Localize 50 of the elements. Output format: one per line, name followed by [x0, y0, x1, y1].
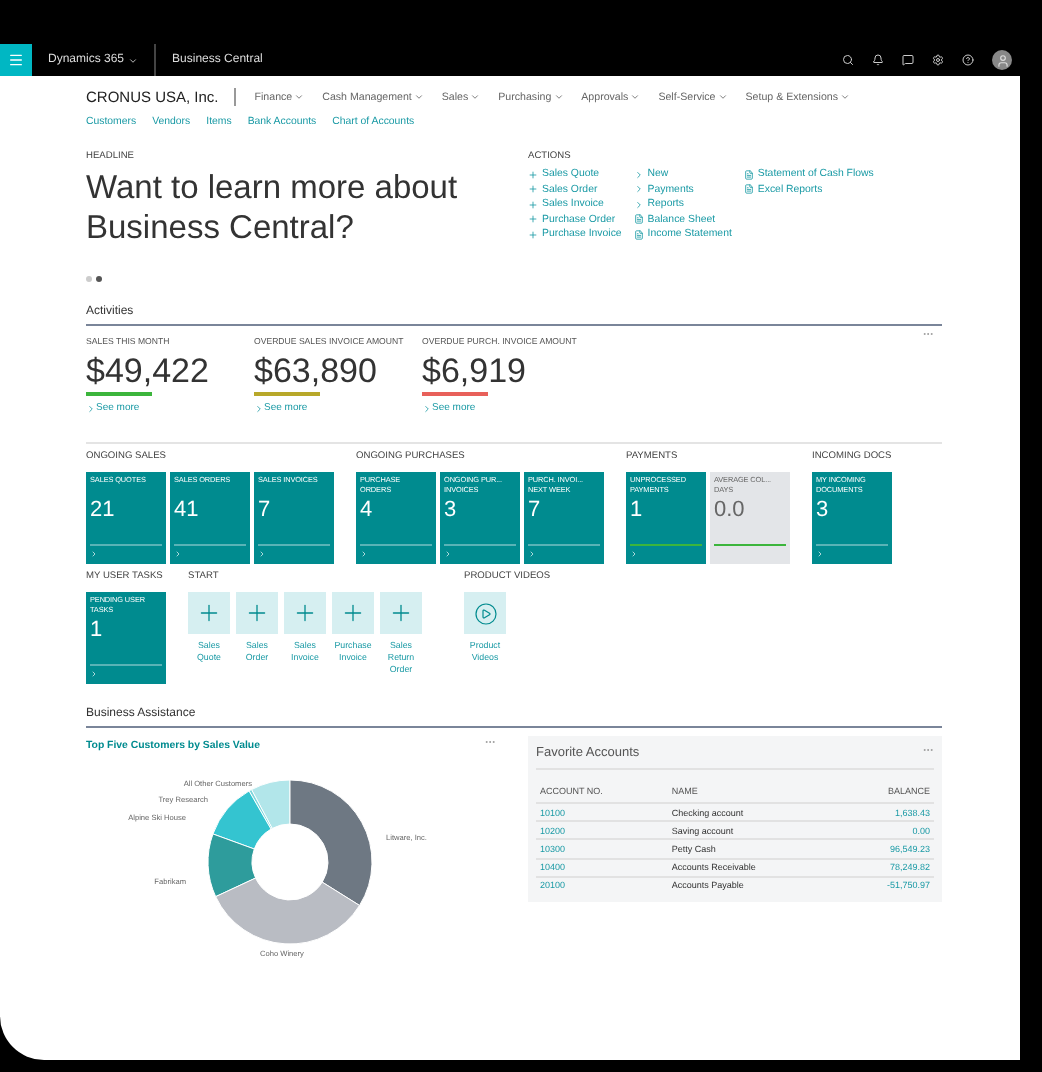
- tile-value: 0.0: [714, 498, 747, 522]
- tile-value: 3: [816, 498, 831, 522]
- plus-icon: [244, 600, 270, 626]
- cue-value: $63,890: [254, 354, 377, 390]
- plus-icon: [196, 600, 222, 626]
- chat-icon[interactable]: [902, 54, 914, 66]
- chevron-icon: [717, 92, 728, 102]
- plus-icon: [528, 214, 538, 224]
- tile-value: 1: [630, 498, 645, 522]
- chevron-icon: [128, 55, 139, 65]
- chevron-icon: [553, 92, 564, 102]
- page-dot[interactable]: [86, 276, 92, 282]
- report-icon: [633, 214, 644, 224]
- cue-value: $6,919: [422, 354, 526, 390]
- person-icon: [995, 53, 1009, 67]
- tile-value: 41: [174, 498, 201, 522]
- plus-icon: [528, 184, 538, 194]
- bell-icon[interactable]: [872, 54, 884, 66]
- chevron-icon: [294, 92, 305, 102]
- help-icon[interactable]: [962, 54, 974, 66]
- headline-text: Want to learn more about Business Central?: [86, 168, 460, 248]
- report-icon: [633, 229, 644, 239]
- plus-icon: [528, 229, 538, 239]
- chevron-icon: [413, 92, 424, 102]
- tile-value: 7: [258, 498, 273, 522]
- tile-value: 7: [528, 498, 543, 522]
- avatar-icon[interactable]: [992, 50, 1012, 70]
- chevron-icon: [422, 403, 432, 413]
- report-icon: [743, 169, 754, 179]
- chevron-icon: [630, 92, 641, 102]
- plus-icon: [340, 600, 366, 626]
- tile-value: 21: [90, 498, 117, 522]
- page-dot[interactable]: [96, 276, 102, 282]
- cue-value: $49,422: [86, 354, 209, 390]
- search-icon[interactable]: [842, 54, 854, 66]
- chevron-icon: [254, 403, 264, 413]
- chevron-icon: [840, 92, 850, 102]
- plus-icon: [528, 169, 538, 179]
- chevron-icon: [470, 92, 481, 102]
- chevron-icon: [86, 403, 96, 413]
- tile-value: 4: [360, 498, 375, 522]
- tile-value: 1: [90, 618, 105, 642]
- tile-value: 3: [444, 498, 459, 522]
- settings-icon[interactable]: [932, 54, 944, 66]
- menu-icon: [8, 52, 24, 68]
- play-icon: [473, 601, 497, 625]
- plus-icon: [528, 199, 538, 209]
- plus-icon: [388, 600, 414, 626]
- report-icon: [743, 184, 754, 194]
- plus-icon: [292, 600, 318, 626]
